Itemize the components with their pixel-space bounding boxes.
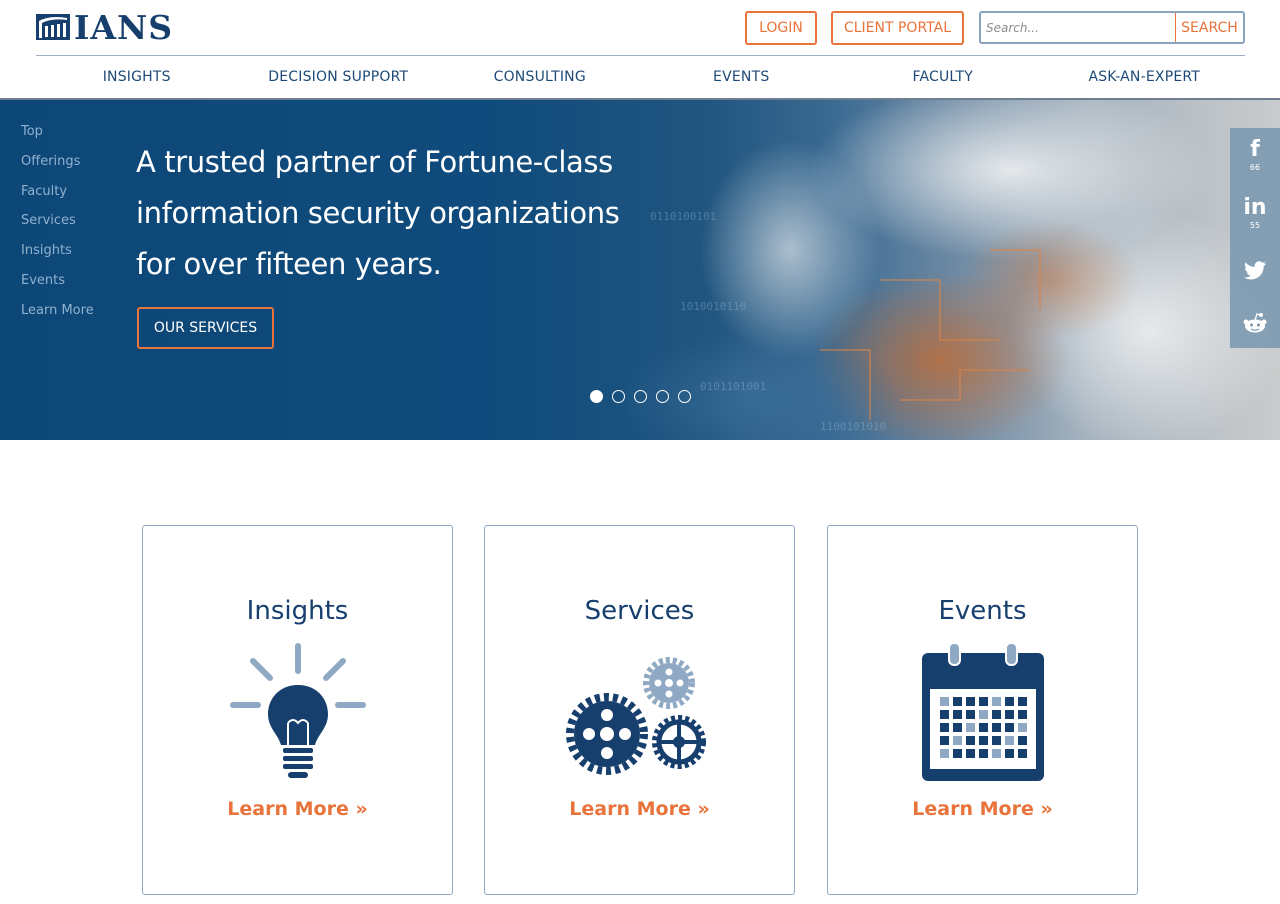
learn-more-link[interactable]: Learn More » xyxy=(485,798,794,820)
hero-banner: 0110100101 1010010110 0101101001 1100101… xyxy=(0,100,1280,440)
calendar-day-square xyxy=(939,710,949,719)
carousel-dot-2[interactable] xyxy=(612,390,625,403)
hero-headline-line: A trusted partner of Fortune-class xyxy=(136,145,613,179)
calendar-day-square xyxy=(991,723,1001,732)
calendar-day-square xyxy=(978,697,988,706)
card-events[interactable]: Events Learn More » xyxy=(827,525,1138,895)
card-title: Events xyxy=(938,596,1027,626)
carousel-dot-4[interactable] xyxy=(656,390,669,403)
card-insights[interactable]: Insights Learn More » xyxy=(142,525,453,895)
gears-icon xyxy=(565,657,706,775)
learn-more-link[interactable]: Learn More » xyxy=(828,798,1137,820)
client-portal-button[interactable]: CLIENT PORTAL xyxy=(831,11,964,45)
calendar-day-square xyxy=(965,749,975,758)
card-title: Services xyxy=(584,596,695,626)
calendar-day-square xyxy=(952,749,962,758)
nav-item-events[interactable]: EVENTS xyxy=(641,56,843,99)
logo-mark-icon xyxy=(36,14,70,40)
calendar-day-square xyxy=(952,723,962,732)
calendar-day-square xyxy=(1017,697,1027,706)
calendar-day-square xyxy=(952,736,962,745)
our-services-button[interactable]: OUR SERVICES xyxy=(137,307,274,349)
side-nav-services[interactable]: Services xyxy=(21,213,131,243)
svg-text:0101101001: 0101101001 xyxy=(700,380,766,393)
learn-more-link[interactable]: Learn More » xyxy=(143,798,452,820)
hero-headline: A trusted partner of Fortune-class infor… xyxy=(136,137,696,290)
calendar-day-square xyxy=(952,697,962,706)
side-nav-learn-more[interactable]: Learn More xyxy=(21,303,131,333)
calendar-day-square xyxy=(1017,736,1027,745)
twitter-icon xyxy=(1244,261,1266,280)
nav-item-insights[interactable]: INSIGHTS xyxy=(36,56,238,99)
search-button[interactable]: SEARCH xyxy=(1175,13,1243,42)
nav-item-ask-an-expert[interactable]: ASK-AN-EXPERT xyxy=(1044,56,1246,99)
calendar-day-square xyxy=(939,697,949,706)
lightbulb-icon xyxy=(229,643,366,778)
carousel-dot-3[interactable] xyxy=(634,390,647,403)
nav-item-faculty[interactable]: FACULTY xyxy=(842,56,1044,99)
calendar-icon xyxy=(921,642,1044,781)
site-header: IANS LOGIN CLIENT PORTAL SEARCH INSIGHTS… xyxy=(0,0,1280,100)
calendar-day-square xyxy=(991,749,1001,758)
login-button[interactable]: LOGIN xyxy=(745,11,817,45)
hero-headline-line: for over fifteen years. xyxy=(136,247,442,281)
nav-item-consulting[interactable]: CONSULTING xyxy=(439,56,641,99)
hero-headline-line: information security organizations xyxy=(136,196,620,230)
share-linkedin[interactable]: in 55 xyxy=(1230,188,1280,238)
calendar-day-square xyxy=(1004,723,1014,732)
side-nav-top[interactable]: Top xyxy=(21,124,131,154)
card-title: Insights xyxy=(246,596,349,626)
share-reddit[interactable] xyxy=(1230,298,1280,348)
main-nav: INSIGHTS DECISION SUPPORT CONSULTING EVE… xyxy=(36,56,1245,99)
linkedin-share-count: 55 xyxy=(1249,220,1261,230)
calendar-day-square xyxy=(952,710,962,719)
page-side-nav: Top Offerings Faculty Services Insights … xyxy=(21,124,131,333)
facebook-icon: f xyxy=(1250,136,1260,162)
svg-text:1100101010: 1100101010 xyxy=(820,420,886,433)
calendar-day-square xyxy=(965,723,975,732)
calendar-day-square xyxy=(991,697,1001,706)
calendar-day-square xyxy=(991,710,1001,719)
ians-logo[interactable]: IANS xyxy=(36,9,173,45)
share-facebook[interactable]: f 66 xyxy=(1230,130,1280,180)
calendar-day-square xyxy=(939,736,949,745)
calendar-day-square xyxy=(939,723,949,732)
search-box: SEARCH xyxy=(979,11,1245,44)
calendar-day-square xyxy=(1004,697,1014,706)
side-nav-faculty[interactable]: Faculty xyxy=(21,184,131,214)
svg-text:1010010110: 1010010110 xyxy=(680,300,746,313)
side-nav-offerings[interactable]: Offerings xyxy=(21,154,131,184)
logo-wordmark: IANS xyxy=(74,7,174,47)
carousel-dot-1[interactable] xyxy=(590,390,603,403)
side-nav-insights[interactable]: Insights xyxy=(21,243,131,273)
calendar-day-square xyxy=(1004,749,1014,758)
side-nav-events[interactable]: Events xyxy=(21,273,131,303)
calendar-day-square xyxy=(965,736,975,745)
carousel-dot-5[interactable] xyxy=(678,390,691,403)
reddit-icon xyxy=(1243,313,1267,333)
calendar-day-square xyxy=(991,736,1001,745)
calendar-day-square xyxy=(965,710,975,719)
calendar-day-square xyxy=(1017,710,1027,719)
nav-item-decision-support[interactable]: DECISION SUPPORT xyxy=(238,56,440,99)
calendar-day-square xyxy=(1017,723,1027,732)
search-input[interactable] xyxy=(981,13,1175,42)
card-services[interactable]: Services Learn More » xyxy=(484,525,795,895)
social-share-bar: f 66 in 55 xyxy=(1230,128,1280,348)
linkedin-icon: in xyxy=(1243,194,1267,220)
calendar-day-square xyxy=(1004,710,1014,719)
calendar-day-square xyxy=(978,736,988,745)
carousel-dots xyxy=(590,390,691,403)
calendar-day-square xyxy=(978,723,988,732)
calendar-day-square xyxy=(1017,749,1027,758)
share-twitter[interactable] xyxy=(1230,246,1280,296)
calendar-day-square xyxy=(965,697,975,706)
calendar-day-square xyxy=(978,710,988,719)
calendar-day-square xyxy=(939,749,949,758)
facebook-share-count: 66 xyxy=(1249,162,1261,172)
calendar-day-square xyxy=(1004,736,1014,745)
calendar-day-square xyxy=(978,749,988,758)
